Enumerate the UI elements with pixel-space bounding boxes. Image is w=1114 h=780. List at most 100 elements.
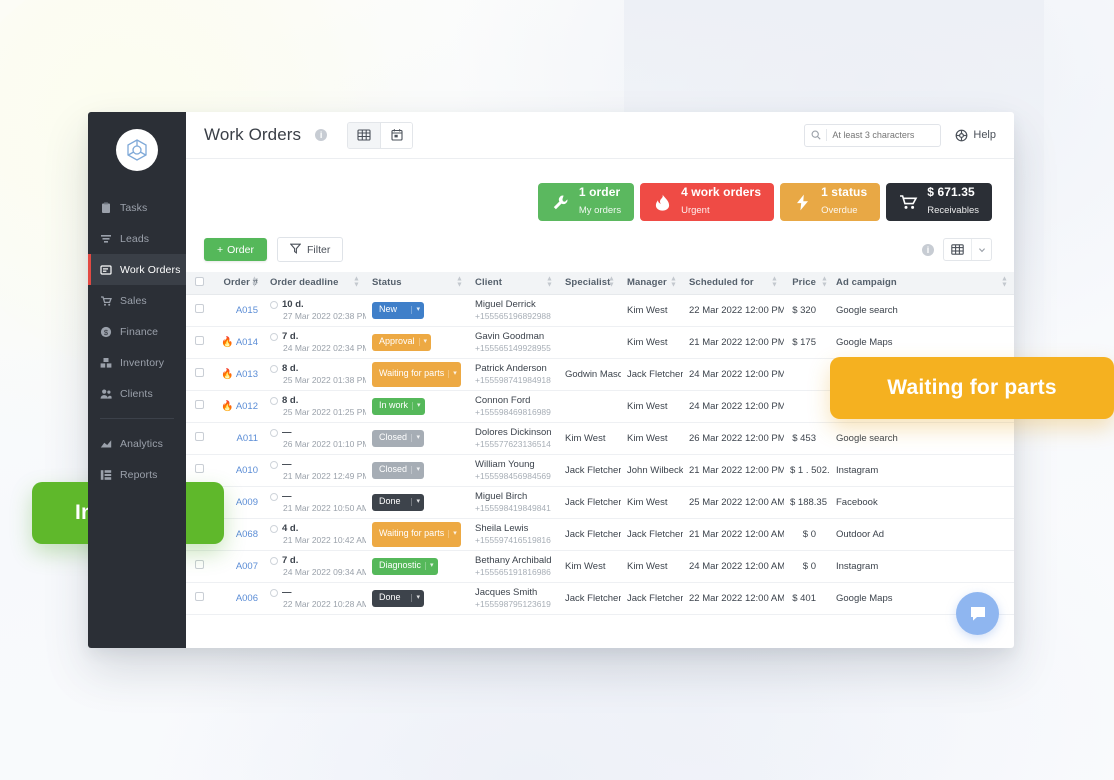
chevron-down-icon[interactable]: ▾ — [412, 402, 421, 410]
status-badge[interactable]: Done ▾ — [372, 493, 424, 511]
sidebar-item-sales[interactable]: Sales — [88, 285, 186, 316]
table-row[interactable]: A068 4 d. 21 Mar 2022 10:42 AM Waiting for … — [186, 518, 1014, 551]
sort-icon[interactable]: ▲ ▼ — [670, 276, 677, 289]
sort-icon[interactable]: ▲ ▼ — [456, 276, 463, 289]
sort-icon[interactable]: ▲ ▼ — [1001, 276, 1008, 289]
column-header-specialist[interactable]: Specialist ▲ ▼ — [559, 272, 621, 295]
price-cell: $ 1 . 502.30 — [784, 454, 830, 487]
order-id-link[interactable]: A015 — [236, 305, 258, 316]
order-id-link[interactable]: A013 — [236, 369, 258, 380]
table-row[interactable]: A006 —22 Mar 2022 10:28 AM Done ▾ Jacques Sm… — [186, 582, 1014, 615]
sort-icon[interactable]: ▲ ▼ — [251, 276, 258, 289]
order-id-link[interactable]: A068 — [236, 529, 258, 540]
status-badge[interactable]: Waiting for parts ▾ — [372, 361, 461, 387]
select-all-checkbox[interactable] — [194, 276, 204, 286]
row-select-cell — [186, 390, 212, 423]
row-checkbox[interactable] — [194, 336, 204, 345]
status-badge[interactable]: Approval ▾ — [372, 333, 432, 351]
chevron-down-icon[interactable]: ▾ — [411, 594, 420, 602]
column-header-manager[interactable]: Manager ▲ ▼ — [621, 272, 683, 295]
sidebar-item-tasks[interactable]: Tasks — [88, 192, 186, 223]
chevron-down-icon[interactable]: ▾ — [418, 338, 427, 346]
chevron-down-icon[interactable]: ▾ — [411, 306, 420, 314]
status-badge[interactable]: Diagnostic ▾ — [372, 557, 438, 575]
row-checkbox[interactable] — [194, 560, 204, 569]
manager-cell: Jack Fletcher — [621, 582, 683, 615]
sidebar-item-work-orders[interactable]: Work Orders — [88, 254, 186, 285]
calendar-view-icon[interactable] — [380, 122, 413, 148]
info-icon[interactable]: i — [922, 243, 934, 256]
sort-icon[interactable]: ▲ ▼ — [353, 276, 360, 289]
chevron-down-icon[interactable]: ▾ — [411, 466, 420, 474]
filter-button[interactable]: Filter — [276, 237, 344, 262]
search-box[interactable] — [804, 123, 942, 147]
column-header-ad-campaign[interactable]: Ad campaign ▲ ▼ — [830, 272, 1014, 295]
row-checkbox[interactable] — [194, 464, 204, 473]
table-row[interactable]: A010 —21 Mar 2022 12:49 PM Closed ▾ William … — [186, 454, 1014, 487]
client-name: Jacques Smith — [475, 587, 538, 598]
column-header-deadline[interactable]: Order deadline ▲ ▼ — [264, 272, 366, 295]
sidebar-item-leads[interactable]: Leads — [88, 223, 186, 254]
stat-card-overdue[interactable]: 1 status Overdue — [780, 183, 881, 221]
scheduled-cell: 22 Mar 2022 12:00 PM — [683, 294, 784, 327]
table-row[interactable]: A011 —26 Mar 2022 01:10 PM Closed ▾ Dolores … — [186, 422, 1014, 455]
column-header-order[interactable]: Order # ▲ ▼ — [212, 272, 264, 295]
chevron-down-icon[interactable]: ▾ — [411, 498, 420, 506]
sort-icon[interactable]: ▲ ▼ — [546, 276, 553, 289]
table-row[interactable]: 🔥 A014 7 d. 24 Mar 2022 02:34 PM Approval ▾ Ga… — [186, 326, 1014, 359]
column-header-client[interactable]: Client ▲ ▼ — [469, 272, 559, 295]
help-button[interactable]: Help — [955, 129, 996, 142]
table-row[interactable]: A007 7 d. 24 Mar 2022 09:34 AM Diagnostic ▾ B… — [186, 550, 1014, 583]
row-checkbox[interactable] — [194, 592, 204, 601]
status-badge[interactable]: Closed ▾ — [372, 429, 424, 447]
row-checkbox[interactable] — [194, 368, 204, 377]
status-badge[interactable]: Done ▾ — [372, 589, 424, 607]
search-input[interactable] — [832, 130, 935, 140]
columns-settings-button[interactable] — [943, 238, 992, 261]
sidebar-item-reports[interactable]: Reports — [88, 459, 186, 490]
chevron-down-icon[interactable]: ▾ — [448, 370, 457, 378]
status-badge[interactable]: Closed ▾ — [372, 461, 424, 479]
sidebar-item-inventory[interactable]: Inventory — [88, 347, 186, 378]
info-icon[interactable]: i — [315, 129, 328, 141]
order-id-link[interactable]: A007 — [236, 561, 258, 572]
stat-card-urgent[interactable]: 4 work orders Urgent — [640, 183, 775, 221]
sidebar-item-analytics[interactable]: Analytics — [88, 428, 186, 459]
row-checkbox[interactable] — [194, 304, 204, 313]
order-id-link[interactable]: A010 — [236, 465, 258, 476]
status-badge[interactable]: New ▾ — [372, 301, 424, 319]
chevron-down-icon[interactable]: ▾ — [411, 434, 420, 442]
deadline-date: 21 Mar 2022 10:42 AM — [283, 535, 366, 545]
sidebar-item-clients[interactable]: Clients — [88, 378, 186, 409]
sort-icon[interactable]: ▲ ▼ — [821, 276, 828, 289]
deadline-date: 26 Mar 2022 01:10 PM — [283, 439, 366, 449]
chevron-down-icon[interactable]: ▾ — [425, 562, 434, 570]
manager-cell: Jack Fletcher — [621, 518, 683, 551]
stat-value: $ 671.35 — [927, 185, 975, 200]
order-id-cell: 🔥 A012 — [212, 390, 264, 423]
table-view-icon[interactable] — [348, 122, 381, 148]
sidebar-item-finance[interactable]: $ Finance — [88, 316, 186, 347]
chat-widget-button[interactable] — [956, 592, 999, 635]
table-row[interactable]: A009 —21 Mar 2022 10:50 AM Done ▾ Miguel Bir… — [186, 486, 1014, 519]
column-header-scheduled[interactable]: Scheduled for ▲ ▼ — [683, 272, 784, 295]
order-id-link[interactable]: A011 — [237, 433, 258, 444]
status-badge[interactable]: In work ▾ — [372, 397, 425, 415]
stat-card-receivables[interactable]: $ 671.35 Receivables — [886, 183, 992, 221]
chevron-down-icon[interactable]: ▾ — [448, 530, 457, 538]
column-header-price[interactable]: Price ▲ ▼ — [784, 272, 830, 295]
order-id-link[interactable]: A009 — [236, 497, 258, 508]
row-checkbox[interactable] — [194, 432, 204, 441]
stat-card-my-orders[interactable]: 1 order My orders — [537, 183, 635, 221]
add-order-button[interactable]: + Order — [204, 238, 267, 261]
order-id-link[interactable]: A012 — [236, 401, 258, 412]
order-id-link[interactable]: A014 — [236, 337, 258, 348]
status-badge[interactable]: Waiting for parts ▾ — [372, 521, 461, 547]
sort-icon[interactable]: ▲ ▼ — [771, 276, 778, 289]
order-id-link[interactable]: A006 — [236, 593, 258, 604]
table-row[interactable]: A015 10 d. 27 Mar 2022 02:38 PM New ▾ Miguel … — [186, 294, 1014, 327]
row-checkbox[interactable] — [194, 400, 204, 409]
column-header-status[interactable]: Status ▲ ▼ — [366, 272, 469, 295]
chevron-down-icon[interactable] — [971, 239, 991, 260]
sort-icon[interactable]: ▲ ▼ — [608, 276, 615, 289]
